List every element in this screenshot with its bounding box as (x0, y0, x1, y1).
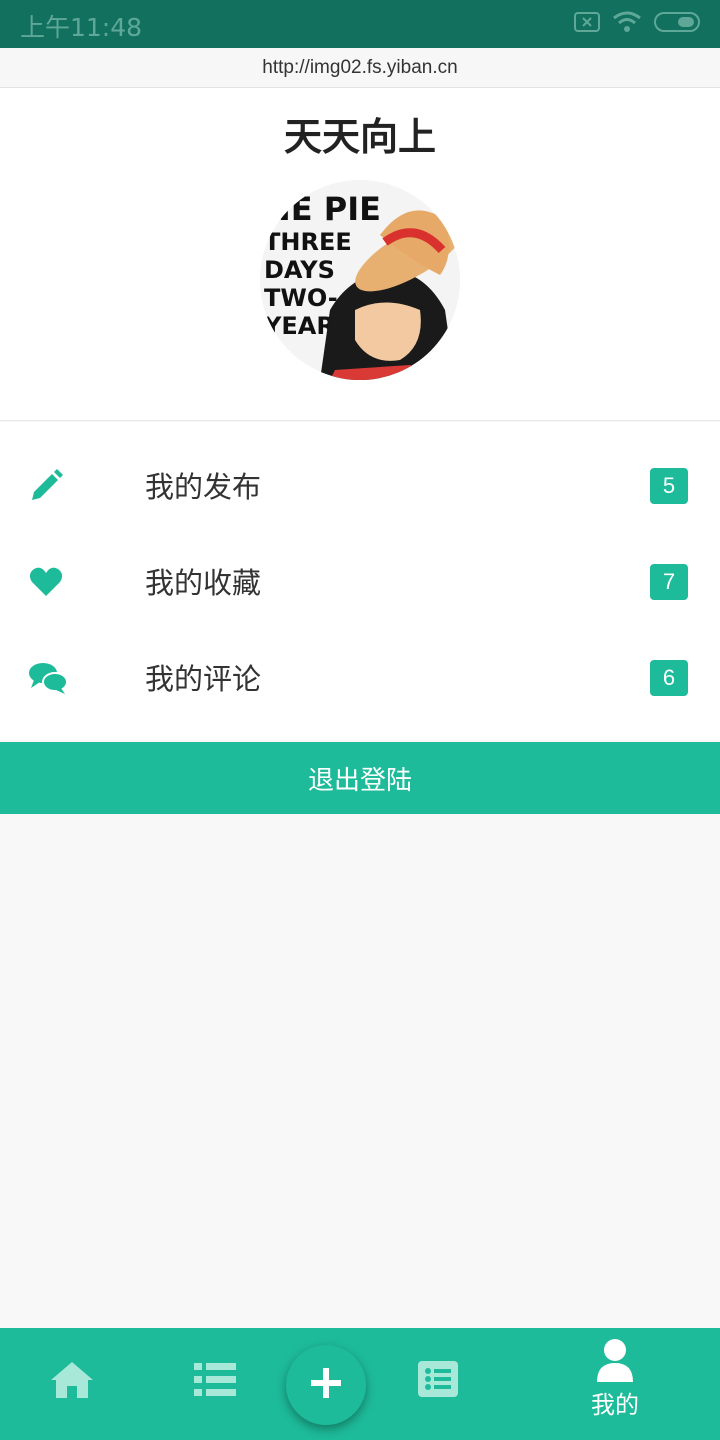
status-icons (574, 10, 700, 38)
nav-home[interactable] (12, 1328, 132, 1440)
comments-icon (28, 660, 68, 696)
heart-icon (28, 564, 68, 600)
avatar-text-3: DAYS (264, 256, 335, 284)
nav-list[interactable] (155, 1328, 275, 1440)
menu-list: 我的发布 5 我的收藏 7 我的评论 6 (0, 422, 720, 740)
nav-list-alt[interactable] (378, 1328, 498, 1440)
add-post-button[interactable] (286, 1345, 366, 1425)
avatar-text-1: NE PIE (264, 190, 381, 228)
user-icon (597, 1338, 633, 1386)
menu-item-my-favorites[interactable]: 我的收藏 7 (0, 534, 720, 630)
status-bar: 上午11:48 (0, 0, 720, 48)
avatar-text-2: THREE (264, 228, 352, 256)
nav-profile[interactable]: 我的 (555, 1328, 675, 1440)
nav-label: 我的 (591, 1391, 639, 1419)
sim-off-icon (574, 11, 600, 37)
avatar[interactable]: NE PIE THREE DAYS TWO- YEARS (260, 180, 460, 380)
list-alt-icon (418, 1361, 458, 1401)
home-icon (49, 1360, 95, 1404)
plus-icon (309, 1366, 343, 1404)
pencil-icon (28, 468, 68, 504)
profile-name: 天天向上 (283, 115, 436, 159)
count-badge: 5 (650, 468, 688, 504)
list-icon (194, 1362, 236, 1402)
logout-button[interactable]: 退出登陆 (0, 742, 720, 814)
battery-icon (654, 11, 700, 37)
count-badge: 6 (650, 660, 688, 696)
menu-item-my-posts[interactable]: 我的发布 5 (0, 438, 720, 534)
url-text: http://img02.fs.yiban.cn (262, 56, 458, 78)
menu-label: 我的评论 (145, 662, 262, 696)
wifi-icon (612, 10, 642, 38)
menu-label: 我的收藏 (145, 566, 262, 600)
avatar-text-4: TWO- (264, 284, 338, 312)
profile-header: 天天向上 NE PIE THREE DAYS TWO- YEARS (0, 88, 720, 421)
menu-label: 我的发布 (145, 470, 262, 504)
url-bar[interactable]: http://img02.fs.yiban.cn (0, 48, 720, 88)
status-time: 上午11:48 (20, 13, 143, 42)
menu-item-my-comments[interactable]: 我的评论 6 (0, 630, 720, 726)
count-badge: 7 (650, 564, 688, 600)
